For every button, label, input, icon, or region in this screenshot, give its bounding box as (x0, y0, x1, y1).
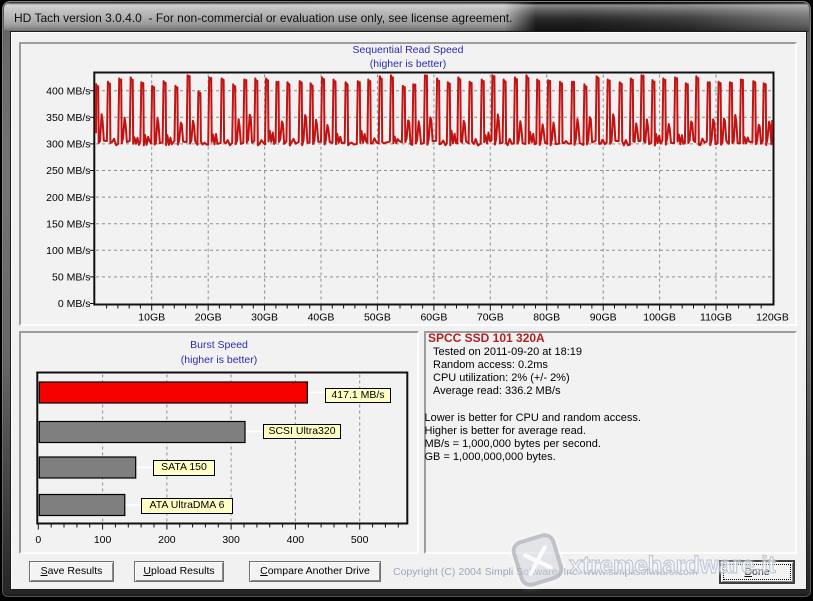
svg-text:200 MB/s: 200 MB/s (46, 192, 90, 204)
svg-text:80GB: 80GB (533, 311, 560, 323)
svg-text:50GB: 50GB (364, 311, 391, 323)
svg-text:120GB: 120GB (756, 311, 789, 323)
svg-text:50 MB/s: 50 MB/s (52, 272, 91, 284)
svg-text:70GB: 70GB (477, 311, 504, 323)
svg-text:500: 500 (351, 534, 369, 546)
svg-text:150 MB/s: 150 MB/s (46, 218, 90, 230)
svg-text:0: 0 (35, 534, 41, 546)
svg-text:40GB: 40GB (308, 311, 335, 323)
svg-text:90GB: 90GB (590, 311, 617, 323)
svg-text:30GB: 30GB (251, 311, 278, 323)
svg-text:20GB: 20GB (195, 311, 222, 323)
svg-text:200: 200 (158, 534, 176, 546)
svg-text:10GB: 10GB (138, 311, 165, 323)
svg-text:300: 300 (222, 534, 240, 546)
svg-text:250 MB/s: 250 MB/s (46, 165, 90, 177)
svg-text:100GB: 100GB (643, 311, 676, 323)
svg-text:300 MB/s: 300 MB/s (46, 139, 90, 151)
svg-text:100 MB/s: 100 MB/s (46, 245, 90, 257)
svg-text:110GB: 110GB (700, 311, 732, 323)
svg-text:100: 100 (94, 534, 112, 546)
svg-text:400: 400 (287, 534, 305, 546)
svg-text:60GB: 60GB (420, 311, 447, 323)
svg-text:0 MB/s: 0 MB/s (58, 298, 91, 310)
svg-text:350 MB/s: 350 MB/s (46, 112, 90, 124)
svg-text:400 MB/s: 400 MB/s (46, 85, 90, 97)
